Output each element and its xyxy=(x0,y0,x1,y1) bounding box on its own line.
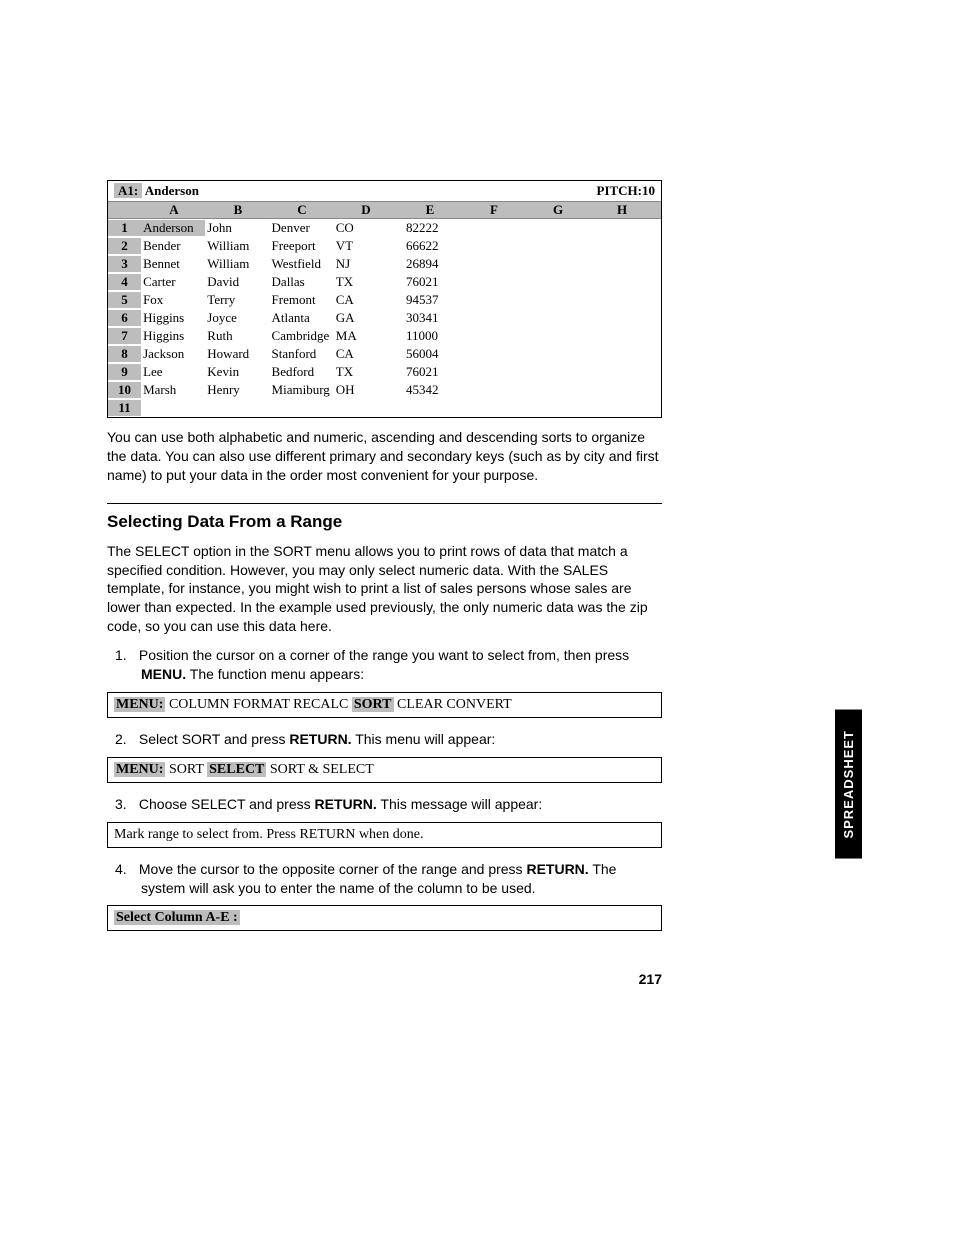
table-row: 5FoxTerryFremontCA94537 xyxy=(108,291,661,309)
col-header: B xyxy=(206,202,270,218)
section-heading: Selecting Data From a Range xyxy=(107,512,662,532)
col-header: A xyxy=(142,202,206,218)
col-header: C xyxy=(270,202,334,218)
table-row: 6HigginsJoyceAtlantaGA30341 xyxy=(108,309,661,327)
cell-reference-label: A1: xyxy=(114,183,142,198)
list-item: 4. Move the cursor to the opposite corne… xyxy=(141,860,662,898)
table-row: 7HigginsRuthCambridgeMA11000 xyxy=(108,327,661,345)
menu-display: MENU: SORT SELECT SORT & SELECT xyxy=(107,757,662,783)
table-row: 1AndersonJohnDenverCO82222 xyxy=(108,219,661,237)
table-row: 11 xyxy=(108,399,661,417)
table-row: 3BennetWilliamWestfieldNJ26894 xyxy=(108,255,661,273)
table-row: 8JacksonHowardStanfordCA56004 xyxy=(108,345,661,363)
table-row: 4CarterDavidDallasTX76021 xyxy=(108,273,661,291)
list-item: 1. Position the cursor on a corner of th… xyxy=(141,646,662,684)
pitch-label: PITCH:10 xyxy=(597,183,656,199)
list-item: 2. Select SORT and press RETURN. This me… xyxy=(141,730,662,749)
page-number: 217 xyxy=(107,971,662,987)
table-row: 10MarshHenryMiamiburgOH45342 xyxy=(108,381,661,399)
side-tab: SPREADSHEET xyxy=(835,710,862,859)
menu-display: Mark range to select from. Press RETURN … xyxy=(107,822,662,848)
list-item: 3. Choose SELECT and press RETURN. This … xyxy=(141,795,662,814)
col-header: F xyxy=(462,202,526,218)
table-row: 9LeeKevinBedfordTX76021 xyxy=(108,363,661,381)
divider xyxy=(107,503,662,504)
cell-reference-value: Anderson xyxy=(145,183,199,198)
col-header: E xyxy=(398,202,462,218)
menu-display: MENU: COLUMN FORMAT RECALC SORT CLEAR CO… xyxy=(107,692,662,718)
paragraph: The SELECT option in the SORT menu allow… xyxy=(107,542,662,636)
col-header: H xyxy=(590,202,654,218)
col-header: D xyxy=(334,202,398,218)
col-header: G xyxy=(526,202,590,218)
paragraph: You can use both alphabetic and numeric,… xyxy=(107,428,662,485)
spreadsheet-screen: A1: Anderson PITCH:10 A B C D E F G H 1A… xyxy=(107,180,662,418)
table-row: 2BenderWilliamFreeportVT66622 xyxy=(108,237,661,255)
menu-display: Select Column A-E : xyxy=(107,905,662,931)
